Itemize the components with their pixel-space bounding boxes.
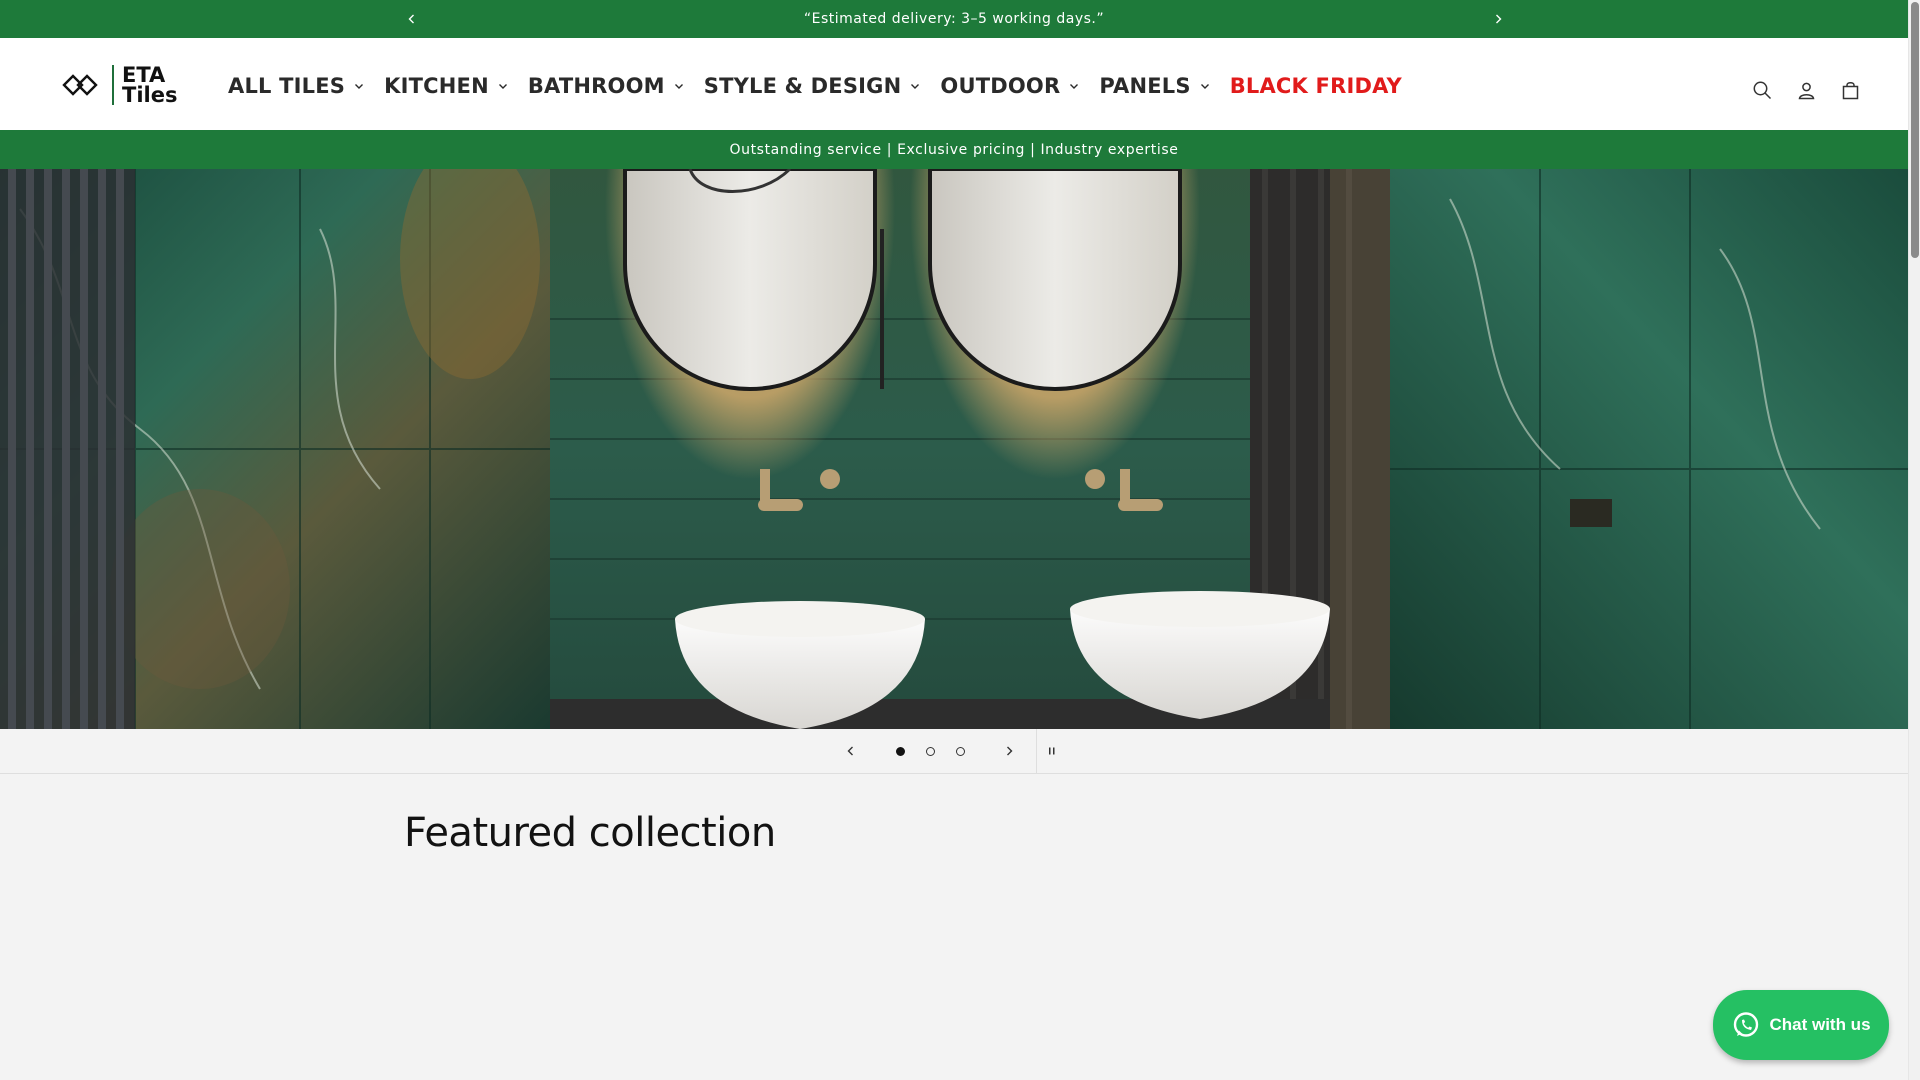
page: “Estimated delivery: 3–5 working days.” … [0, 0, 1920, 1080]
cart-button[interactable] [1828, 68, 1872, 112]
diamond-link-logo [62, 74, 98, 96]
slide-dot-1[interactable] [894, 745, 906, 757]
slide-dot-3[interactable] [954, 745, 966, 757]
nav-item-style-design[interactable]: STYLE & DESIGN [704, 74, 921, 98]
dot-indicator [895, 746, 905, 756]
nav-item-black-friday[interactable]: BLACK FRIDAY [1230, 74, 1402, 98]
value-proposition-text: Outstanding service | Exclusive pricing … [729, 141, 1179, 158]
logo-line-1: ETA [122, 63, 166, 87]
scrollbar-thumb[interactable] [1911, 2, 1919, 258]
nav-item-all-tiles[interactable]: ALL TILES [228, 74, 364, 98]
logo-divider [112, 65, 114, 105]
chevron-down-icon [1200, 84, 1209, 89]
nav-label: PANELS [1099, 74, 1191, 98]
nav-item-bathroom[interactable]: BATHROOM [528, 74, 684, 98]
chevron-down-icon [1070, 84, 1079, 89]
slide-prev-button[interactable] [837, 737, 865, 765]
nav-label: ALL TILES [228, 74, 346, 98]
logo-wordmark: ETA Tiles [122, 63, 178, 107]
chevron-left-icon [408, 14, 414, 24]
account-icon [1798, 82, 1814, 99]
slide-next-button[interactable] [995, 737, 1023, 765]
site-header: ETA Tiles ALL TILES KITCHEN BATHROOM STY… [0, 38, 1908, 130]
nav-label: OUTDOOR [940, 74, 1061, 98]
chevron-down-icon [355, 84, 364, 89]
search-icon [1753, 81, 1771, 99]
account-button[interactable] [1784, 68, 1828, 112]
controls-divider [1036, 729, 1037, 774]
chevron-right-icon [1496, 14, 1502, 24]
slideshow-controls [0, 729, 1908, 774]
cart-icon [1842, 81, 1858, 99]
chat-label: Chat with us [1769, 1015, 1871, 1034]
chevron-left-icon [847, 746, 853, 756]
chat-with-us-button[interactable]: Chat with us [1713, 990, 1889, 1060]
site-logo[interactable]: ETA Tiles [62, 62, 180, 108]
chevron-right-icon [1007, 746, 1013, 756]
featured-collection-title: Featured collection [404, 810, 776, 856]
search-button[interactable] [1740, 68, 1784, 112]
nav-label: STYLE & DESIGN [703, 74, 902, 98]
page-scrollbar[interactable] [1908, 0, 1920, 1080]
nav-label: BATHROOM [527, 74, 665, 98]
logo-line-2: Tiles [122, 83, 178, 107]
dot-indicator [955, 746, 965, 756]
announcement-prev-button[interactable] [402, 9, 422, 29]
nav-label: BLACK FRIDAY [1229, 74, 1402, 98]
announcement-next-button[interactable] [1488, 9, 1508, 29]
dot-indicator [925, 746, 935, 756]
announcement-bar: “Estimated delivery: 3–5 working days.” [0, 0, 1908, 38]
nav-item-outdoor[interactable]: OUTDOOR [940, 74, 1079, 98]
header-actions [1740, 68, 1872, 112]
nav-label: KITCHEN [384, 74, 489, 98]
chevron-down-icon [498, 84, 507, 89]
nav-item-panels[interactable]: PANELS [1099, 74, 1209, 98]
chevron-down-icon [674, 84, 683, 89]
slide-pause-button[interactable] [1038, 737, 1066, 765]
main-nav: ALL TILES KITCHEN BATHROOM STYLE & DESIG… [228, 66, 1422, 106]
announcement-text: “Estimated delivery: 3–5 working days.” [803, 11, 1105, 27]
value-proposition-bar: Outstanding service | Exclusive pricing … [0, 130, 1908, 169]
pause-icon [1049, 747, 1055, 755]
nav-item-kitchen[interactable]: KITCHEN [384, 74, 508, 98]
slide-dot-2[interactable] [924, 745, 936, 757]
chevron-down-icon [911, 84, 920, 89]
hero-image [0, 169, 1908, 729]
whatsapp-icon [1734, 1012, 1759, 1037]
hero-slideshow[interactable] [0, 169, 1908, 729]
